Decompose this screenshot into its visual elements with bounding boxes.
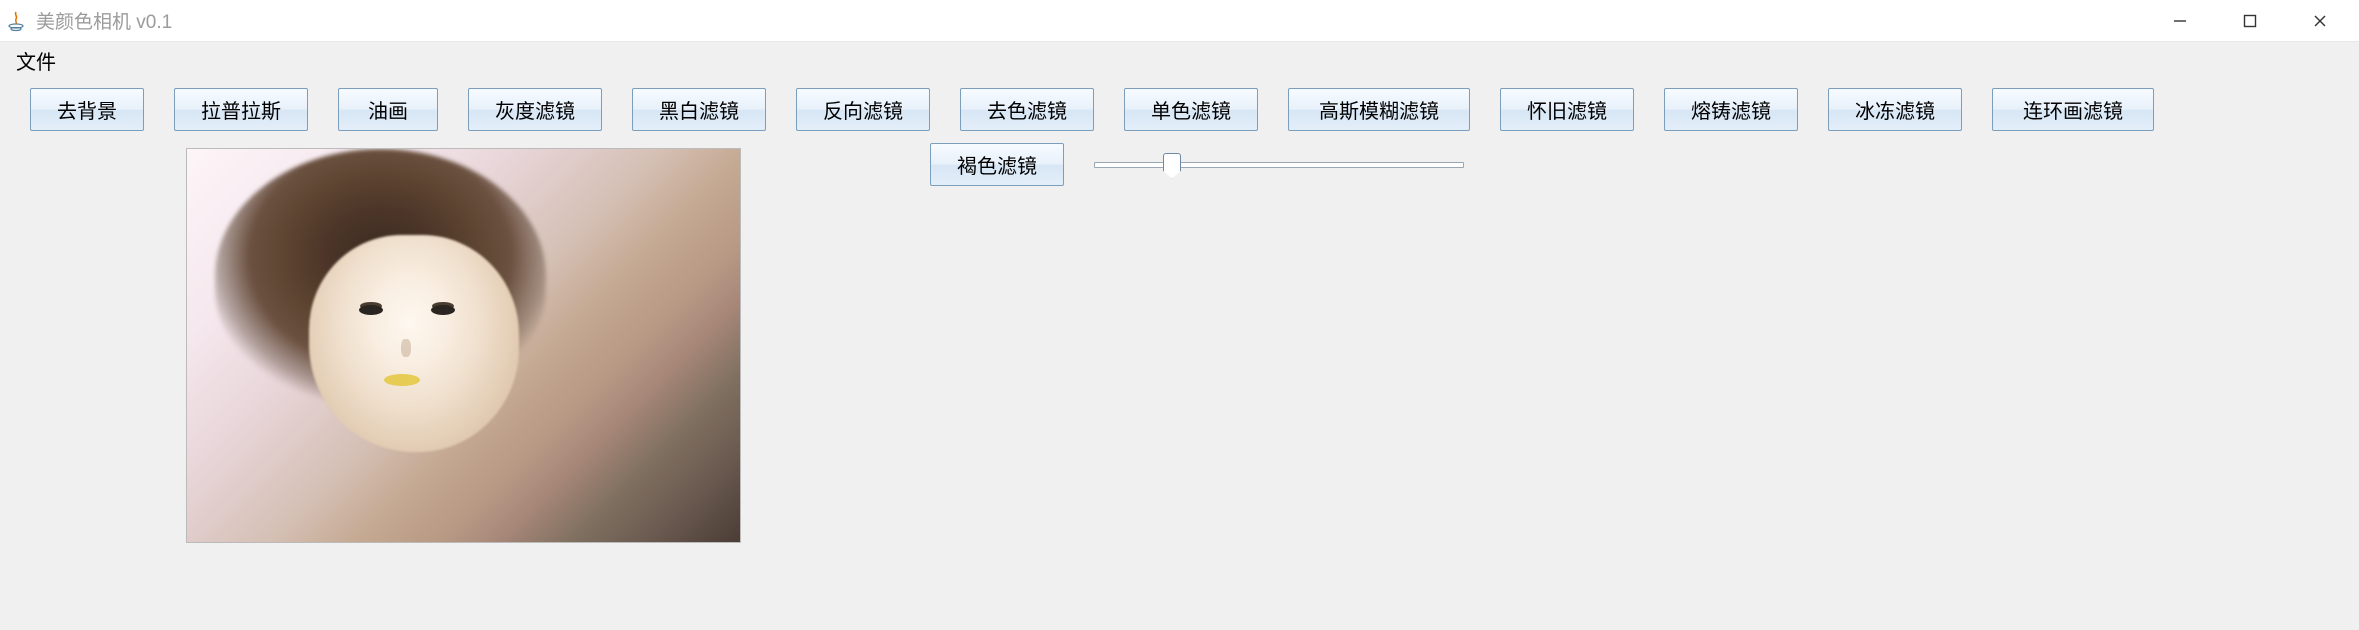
sepia-filter-button[interactable]: 褐色滤镜 bbox=[930, 143, 1064, 186]
menubar: 文件 bbox=[0, 42, 2359, 78]
titlebar: 美颜色相机 v0.1 bbox=[0, 0, 2359, 42]
oil-painting-button[interactable]: 油画 bbox=[338, 88, 438, 131]
gaussian-blur-filter-button[interactable]: 高斯模糊滤镜 bbox=[1288, 88, 1470, 131]
desaturate-filter-button[interactable]: 去色滤镜 bbox=[960, 88, 1094, 131]
black-white-filter-button[interactable]: 黑白滤镜 bbox=[632, 88, 766, 131]
portrait-nose bbox=[401, 339, 411, 357]
portrait-eye-right bbox=[431, 305, 455, 315]
slider-thumb[interactable] bbox=[1163, 153, 1181, 179]
portrait-lips bbox=[384, 374, 420, 386]
comic-filter-button[interactable]: 连环画滤镜 bbox=[1992, 88, 2154, 131]
remove-background-button[interactable]: 去背景 bbox=[30, 88, 144, 131]
laplacian-button[interactable]: 拉普拉斯 bbox=[174, 88, 308, 131]
minimize-button[interactable] bbox=[2145, 1, 2215, 41]
slider-track bbox=[1094, 162, 1464, 168]
image-preview bbox=[186, 148, 741, 543]
java-app-icon bbox=[4, 9, 28, 33]
invert-filter-button[interactable]: 反向滤镜 bbox=[796, 88, 930, 131]
monochrome-filter-button[interactable]: 单色滤镜 bbox=[1124, 88, 1258, 131]
portrait-eye-left bbox=[359, 305, 383, 315]
molten-filter-button[interactable]: 熔铸滤镜 bbox=[1664, 88, 1798, 131]
close-button[interactable] bbox=[2285, 1, 2355, 41]
window-controls bbox=[2145, 1, 2355, 41]
maximize-button[interactable] bbox=[2215, 1, 2285, 41]
filter-toolbar-row-2: 褐色滤镜 bbox=[900, 139, 2359, 190]
grayscale-filter-button[interactable]: 灰度滤镜 bbox=[468, 88, 602, 131]
filter-toolbar: 去背景 拉普拉斯 油画 灰度滤镜 黑白滤镜 反向滤镜 去色滤镜 单色滤镜 高斯模… bbox=[0, 78, 2359, 139]
window-title: 美颜色相机 v0.1 bbox=[36, 7, 2145, 34]
freeze-filter-button[interactable]: 冰冻滤镜 bbox=[1828, 88, 1962, 131]
menu-file[interactable]: 文件 bbox=[10, 44, 62, 77]
portrait-overlay bbox=[309, 235, 519, 451]
intensity-slider[interactable] bbox=[1094, 147, 1464, 183]
nostalgia-filter-button[interactable]: 怀旧滤镜 bbox=[1500, 88, 1634, 131]
